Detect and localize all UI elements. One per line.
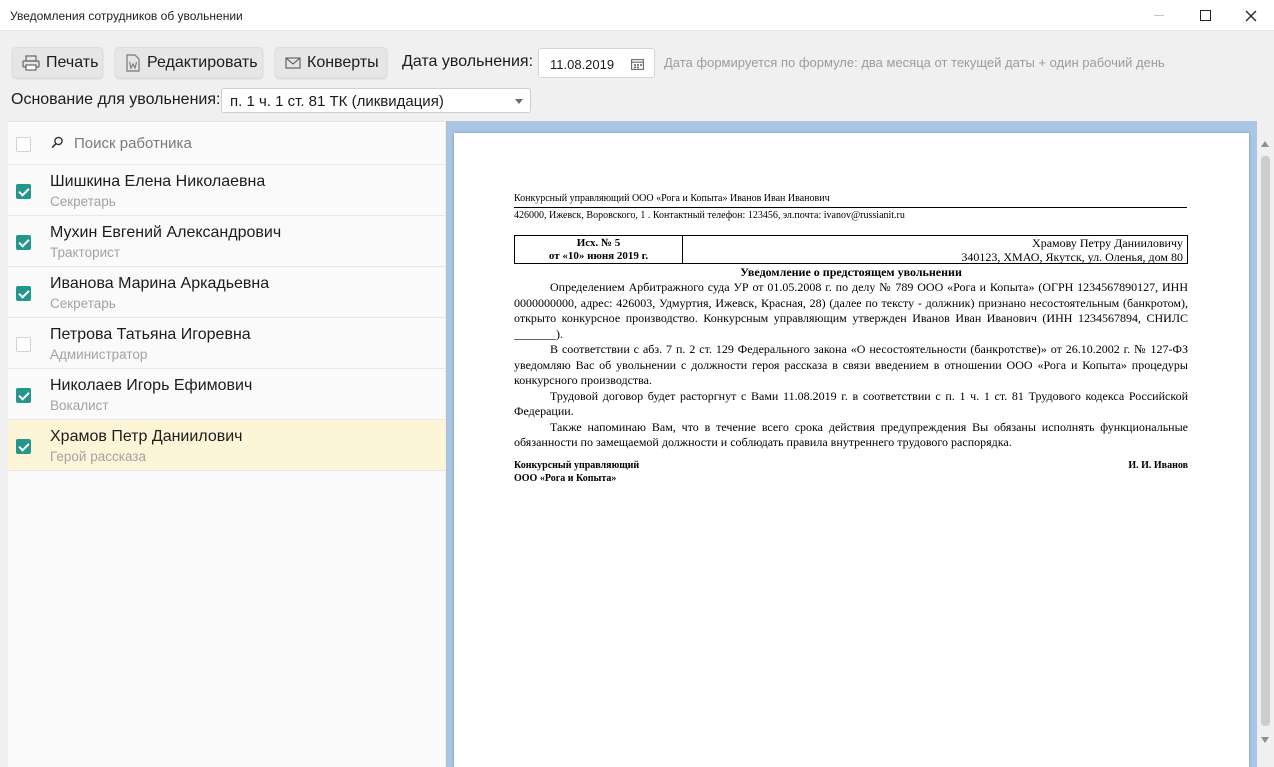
- employee-row[interactable]: Петрова Татьяна Игоревна Администратор: [8, 318, 445, 369]
- employee-row-selected[interactable]: Храмов Петр Даниилович Герой рассказа: [8, 420, 445, 471]
- employee-row[interactable]: Иванова Марина Аркадьевна Секретарь: [8, 267, 445, 318]
- recipient-cell: Храмову Петру Данииловичу 340123, ХМАО, …: [685, 236, 1185, 264]
- signature-block: Конкурсный управляющий ООО «Рога и Копыт…: [514, 459, 1188, 485]
- chevron-down-icon: [515, 99, 523, 104]
- address-table: Исх. № 5 от «10» июня 2019 г. Храмову Пе…: [514, 235, 1188, 264]
- document-title: Уведомление о предстоящем увольнении: [740, 265, 962, 279]
- employee-role: Секретарь: [50, 194, 116, 209]
- recipient-address: 340123, ХМАО, Якутск, ул. Оленья, дом 80: [961, 250, 1183, 264]
- scroll-up-icon[interactable]: [1261, 141, 1269, 147]
- employee-checkbox[interactable]: [16, 184, 31, 199]
- date-hint: Дата формируется по формуле: два месяца …: [664, 55, 1165, 70]
- edit-button[interactable]: Редактировать: [115, 47, 263, 78]
- minimize-icon: [1154, 15, 1164, 16]
- document-paragraph: Трудовой договор будет расторгнут с Вами…: [514, 388, 1188, 419]
- close-button[interactable]: [1228, 0, 1274, 31]
- employee-name: Шишкина Елена Николаевна: [50, 173, 266, 190]
- envelopes-label: Конверты: [307, 53, 379, 71]
- print-button[interactable]: Печать: [12, 47, 103, 78]
- signer-name: И. И. Иванов: [1128, 460, 1188, 471]
- scrollbar-thumb[interactable]: [1261, 156, 1270, 726]
- search-icon: [51, 136, 64, 154]
- close-icon: [1245, 10, 1257, 21]
- print-label: Печать: [46, 53, 99, 71]
- employee-name: Храмов Петр Даниилович: [50, 428, 243, 445]
- dismissal-date-label: Дата увольнения:: [402, 53, 534, 70]
- document-paragraph: В соответствии с абз. 7 п. 2 ст. 129 Фед…: [514, 342, 1188, 387]
- employee-role: Секретарь: [50, 296, 116, 311]
- signer-position: Конкурсный управляющий: [514, 460, 640, 471]
- employee-name: Иванова Марина Аркадьевна: [50, 275, 270, 292]
- employee-checkbox[interactable]: [16, 337, 31, 352]
- employee-checkbox[interactable]: [16, 439, 31, 454]
- recipient-name: Храмову Петру Данииловичу: [1032, 236, 1183, 250]
- dismissal-date-value: 11.08.2019: [550, 57, 615, 72]
- outgoing-date: от «10» июня 2019 г.: [548, 250, 649, 262]
- employee-checkbox[interactable]: [16, 286, 31, 301]
- search-row: [8, 122, 445, 165]
- vertical-scrollbar[interactable]: [1257, 121, 1274, 767]
- reason-value: п. 1 ч. 1 ст. 81 ТК (ликвидация): [230, 93, 444, 110]
- employee-name: Николаев Игорь Ефимович: [50, 377, 253, 394]
- employee-panel: Шишкина Елена Николаевна Секретарь Мухин…: [8, 121, 445, 767]
- employee-row[interactable]: Шишкина Елена Николаевна Секретарь: [8, 165, 445, 216]
- employee-role: Вокалист: [50, 398, 109, 413]
- edit-label: Редактировать: [147, 53, 258, 71]
- document-paragraph: Определением Арбитражного суда УР от 01.…: [514, 280, 1188, 341]
- document-header-contacts: 426000, Ижевск, Воровского, 1 . Контактн…: [514, 210, 905, 221]
- employee-checkbox[interactable]: [16, 388, 31, 403]
- maximize-button[interactable]: [1182, 0, 1228, 31]
- outgoing-number-cell: Исх. № 5 от «10» июня 2019 г.: [515, 236, 683, 263]
- document-paragraph: Также напоминаю Вам, что в течение всего…: [514, 419, 1188, 450]
- maximize-icon: [1199, 10, 1211, 21]
- search-input[interactable]: [74, 135, 374, 152]
- calendar-icon[interactable]: [631, 58, 644, 73]
- title-bar: Уведомления сотрудников об увольнении: [0, 0, 1274, 31]
- employee-role: Герой рассказа: [50, 449, 146, 464]
- scroll-down-icon[interactable]: [1261, 737, 1269, 743]
- envelopes-button[interactable]: Конверты: [275, 47, 387, 78]
- employee-name: Мухин Евгений Александрович: [50, 224, 282, 241]
- printer-icon: [22, 54, 40, 71]
- employee-role: Администратор: [50, 347, 148, 362]
- reason-select[interactable]: п. 1 ч. 1 ст. 81 ТК (ликвидация): [221, 88, 531, 113]
- signer-organization: ООО «Рога и Копыта»: [514, 473, 617, 484]
- employee-checkbox[interactable]: [16, 235, 31, 250]
- header-divider: [514, 207, 1187, 208]
- window-title: Уведомления сотрудников об увольнении: [10, 9, 243, 23]
- minimize-button[interactable]: [1136, 0, 1182, 31]
- employee-row[interactable]: Николаев Игорь Ефимович Вокалист: [8, 369, 445, 420]
- document-header-sender: Конкурсный управляющий ООО «Рога и Копыт…: [514, 193, 830, 204]
- word-icon: [125, 53, 141, 72]
- document-page: Конкурсный управляющий ООО «Рога и Копыт…: [454, 133, 1249, 767]
- document-body: Определением Арбитражного суда УР от 01.…: [514, 280, 1188, 451]
- outgoing-number: Исх. № 5: [576, 237, 621, 249]
- toolbar: Печать Редактировать Конверты Дата уволь…: [0, 31, 1274, 121]
- envelope-icon: [285, 56, 301, 69]
- reason-label: Основание для увольнения:: [11, 91, 221, 108]
- employee-role: Тракторист: [50, 245, 121, 260]
- employee-name: Петрова Татьяна Игоревна: [50, 326, 251, 343]
- dismissal-date-picker[interactable]: 11.08.2019: [538, 48, 655, 78]
- select-all-checkbox[interactable]: [16, 137, 31, 152]
- employee-row[interactable]: Мухин Евгений Александрович Тракторист: [8, 216, 445, 267]
